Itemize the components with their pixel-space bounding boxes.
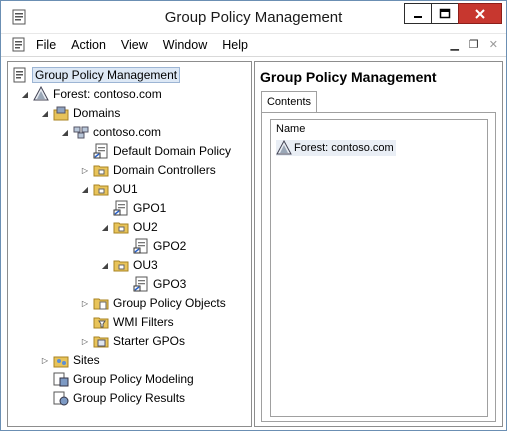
tree-item-domains[interactable]: ◢ Domains bbox=[40, 104, 120, 122]
minimize-icon bbox=[414, 15, 422, 18]
child-minimize-icon[interactable]: ▁ bbox=[450, 38, 458, 51]
tree-item-ou3[interactable]: ◢ OU3 bbox=[100, 256, 158, 274]
tree-label: OU3 bbox=[133, 258, 158, 272]
tree-label: Starter GPOs bbox=[113, 334, 186, 348]
tree-label: Group Policy Management bbox=[32, 67, 181, 83]
tree-label: Group Policy Objects bbox=[113, 296, 226, 310]
domains-icon bbox=[53, 106, 69, 121]
expanded-arrow-icon[interactable]: ◢ bbox=[100, 261, 110, 270]
tree-label: Domain Controllers bbox=[113, 163, 216, 177]
gpo-link-icon bbox=[93, 143, 108, 159]
details-pane: Group Policy Management Contents Name Fo… bbox=[254, 61, 503, 427]
starter-gpo-folder-icon bbox=[93, 336, 109, 348]
tree-label: WMI Filters bbox=[113, 315, 174, 329]
list-item-label: Forest: contoso.com bbox=[294, 142, 394, 154]
expanded-arrow-icon[interactable]: ◢ bbox=[100, 223, 110, 232]
details-title: Group Policy Management bbox=[260, 69, 437, 85]
expanded-arrow-icon[interactable]: ◢ bbox=[60, 128, 70, 137]
tree-label: GPO2 bbox=[153, 239, 187, 253]
tree-label: Sites bbox=[73, 353, 100, 367]
forest-icon bbox=[276, 140, 292, 155]
expanded-arrow-icon[interactable]: ◢ bbox=[80, 185, 90, 194]
gpo-link-icon bbox=[133, 238, 148, 254]
expanded-arrow-icon[interactable]: ◢ bbox=[20, 90, 30, 99]
system-menu-icon[interactable] bbox=[11, 37, 27, 53]
gpm-icon bbox=[13, 67, 26, 83]
collapsed-arrow-icon[interactable]: ▷ bbox=[80, 299, 90, 308]
tree-item-wmi-filters[interactable]: WMI Filters bbox=[93, 313, 174, 331]
collapsed-arrow-icon[interactable]: ▷ bbox=[80, 166, 90, 175]
tree-item-ou1[interactable]: ◢ OU1 bbox=[80, 180, 138, 198]
tree-item-sites[interactable]: ▷ Sites bbox=[40, 351, 100, 369]
forest-icon bbox=[33, 86, 49, 101]
gpo-folder-icon bbox=[93, 298, 109, 310]
menu-window[interactable]: Window bbox=[163, 38, 207, 52]
modeling-icon bbox=[53, 372, 69, 387]
menu-file[interactable]: File bbox=[36, 38, 56, 52]
gpo-link-icon bbox=[133, 276, 148, 292]
tree-label: Default Domain Policy bbox=[113, 144, 232, 158]
tree-item-starter-gpos[interactable]: ▷ Starter GPOs bbox=[80, 332, 185, 350]
collapsed-arrow-icon[interactable]: ▷ bbox=[40, 356, 50, 365]
menu-view[interactable]: View bbox=[121, 38, 148, 52]
maximize-icon bbox=[439, 8, 451, 18]
tree-label: Forest: contoso.com bbox=[53, 87, 162, 101]
tree-item-gpo1[interactable]: GPO1 bbox=[113, 199, 166, 217]
ou-folder-icon bbox=[113, 222, 129, 234]
tree-item-forest[interactable]: ◢ Forest: contoso.com bbox=[20, 85, 162, 103]
menu-action[interactable]: Action bbox=[71, 38, 106, 52]
minimize-button[interactable] bbox=[404, 3, 432, 24]
contents-panel: Name Forest: contoso.com bbox=[261, 112, 496, 422]
title-bar[interactable]: Group Policy Management bbox=[1, 1, 506, 34]
menu-help[interactable]: Help bbox=[222, 38, 248, 52]
child-close-icon[interactable]: ✕ bbox=[489, 38, 498, 51]
tree-item-default-domain-policy[interactable]: Default Domain Policy bbox=[93, 142, 231, 160]
maximize-button[interactable] bbox=[431, 3, 459, 24]
tree-label: GPO1 bbox=[133, 201, 167, 215]
menu-bar: File Action View Window Help ▁ ❐ ✕ bbox=[1, 34, 506, 57]
tree-item-contoso-domain[interactable]: ◢ contoso.com bbox=[60, 123, 161, 141]
tree-label: contoso.com bbox=[93, 125, 162, 139]
sites-icon bbox=[53, 356, 69, 368]
app-window: Group Policy Management File Action View… bbox=[0, 0, 507, 431]
domain-icon bbox=[73, 126, 89, 139]
collapsed-arrow-icon[interactable]: ▷ bbox=[80, 337, 90, 346]
ou-folder-icon bbox=[93, 184, 109, 196]
tree-item-gpo2[interactable]: GPO2 bbox=[133, 237, 186, 255]
ou-folder-icon bbox=[93, 165, 109, 177]
gpo-link-icon bbox=[113, 200, 128, 216]
tree-item-domain-controllers[interactable]: ▷ Domain Controllers bbox=[80, 161, 216, 179]
close-button[interactable] bbox=[458, 3, 502, 24]
tree-label: Domains bbox=[73, 106, 121, 120]
ou-folder-icon bbox=[113, 260, 129, 272]
wmi-folder-icon bbox=[93, 317, 109, 329]
tree-label: OU1 bbox=[113, 182, 138, 196]
tree-label: GPO3 bbox=[153, 277, 187, 291]
close-icon bbox=[475, 8, 485, 19]
tree-item-group-policy-objects[interactable]: ▷ Group Policy Objects bbox=[80, 294, 226, 312]
contents-list[interactable]: Name Forest: contoso.com bbox=[270, 119, 488, 417]
tree-item-group-policy-modeling[interactable]: Group Policy Modeling bbox=[53, 370, 194, 388]
list-item[interactable]: Forest: contoso.com bbox=[276, 140, 396, 156]
tree-item-gpo3[interactable]: GPO3 bbox=[133, 275, 186, 293]
console-tree[interactable]: Group Policy Management ◢ Forest: contos… bbox=[7, 61, 252, 427]
expanded-arrow-icon[interactable]: ◢ bbox=[40, 109, 50, 118]
tree-item-group-policy-results[interactable]: Group Policy Results bbox=[53, 389, 185, 407]
tree-item-ou2[interactable]: ◢ OU2 bbox=[100, 218, 158, 236]
tree-label: Group Policy Results bbox=[73, 391, 186, 405]
tree-label: OU2 bbox=[133, 220, 158, 234]
results-icon bbox=[53, 391, 69, 406]
tab-contents[interactable]: Contents bbox=[261, 91, 317, 113]
child-restore-icon[interactable]: ❐ bbox=[469, 38, 479, 51]
tree-item-group-policy-management[interactable]: Group Policy Management bbox=[12, 66, 181, 84]
tree-label: Group Policy Modeling bbox=[73, 372, 194, 386]
column-header-name[interactable]: Name bbox=[276, 123, 305, 135]
